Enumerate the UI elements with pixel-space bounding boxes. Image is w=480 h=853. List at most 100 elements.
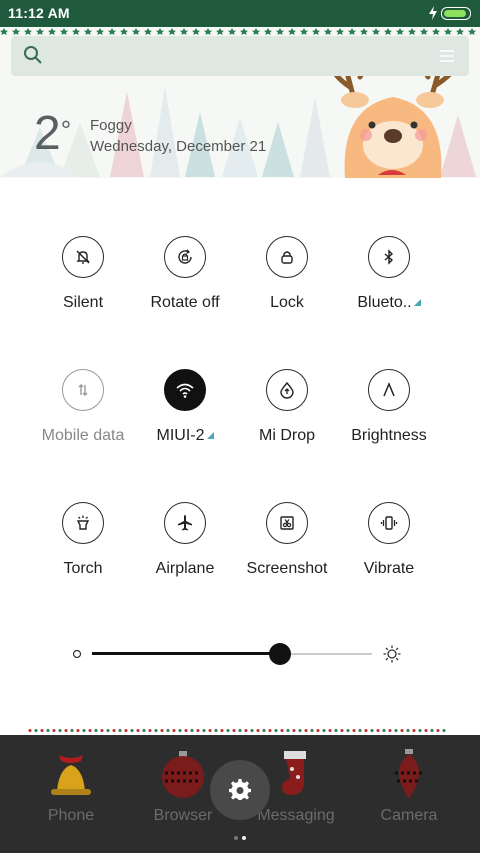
garland-star <box>72 28 80 35</box>
tile-screenshot[interactable]: Screenshot <box>237 502 337 578</box>
tile-label: Rotate off <box>150 294 220 311</box>
tile-airplane[interactable]: Airplane <box>135 502 235 578</box>
festive-dot <box>376 729 380 732</box>
tile-silent[interactable]: Silent <box>33 236 133 312</box>
quick-settings-panel: Silent Rotate off Lock Blueto.. Mobile d… <box>0 178 480 735</box>
festive-dot <box>202 729 206 732</box>
airplane-button[interactable] <box>164 502 206 544</box>
tile-lock[interactable]: Lock <box>237 236 337 312</box>
festive-dot <box>370 729 374 732</box>
dock-app-phone[interactable]: Phone <box>21 747 121 825</box>
silent-button[interactable] <box>62 236 104 278</box>
brightness-button[interactable] <box>368 369 410 411</box>
slider-fill <box>92 652 280 655</box>
status-bar: 11:12 AM <box>0 0 480 27</box>
festive-dot <box>430 729 434 732</box>
tile-brightness[interactable]: Brightness <box>339 369 439 445</box>
festive-dot <box>148 729 152 732</box>
festive-dot <box>112 729 116 732</box>
festive-dot <box>256 729 260 732</box>
garland-star <box>360 28 368 35</box>
expand-triangle-icon <box>206 432 214 439</box>
slider-thumb[interactable] <box>268 643 291 665</box>
tile-label: Lock <box>270 294 304 311</box>
garland-star <box>372 28 380 35</box>
garland-star <box>240 28 248 35</box>
festive-dot <box>166 729 170 732</box>
tile-torch[interactable]: Torch <box>33 502 133 578</box>
festive-dot <box>412 729 416 732</box>
brightness-auto-icon <box>383 382 395 397</box>
garland-star <box>204 28 212 35</box>
rotate-button[interactable] <box>164 236 206 278</box>
garland-star <box>252 28 260 35</box>
tile-label: Silent <box>62 294 104 311</box>
mobile-data-icon <box>78 384 88 396</box>
weather-condition: Foggy <box>90 117 132 134</box>
tile-vibrate[interactable]: Vibrate <box>339 502 439 578</box>
festive-dot <box>382 729 386 732</box>
search-icon <box>24 46 42 64</box>
festive-dot <box>352 729 356 732</box>
bell-off-icon <box>76 250 90 264</box>
garland-star <box>324 28 332 35</box>
wifi-button[interactable] <box>164 369 206 411</box>
garland-star <box>36 28 44 35</box>
festive-dot <box>154 729 158 732</box>
mobile-data-button[interactable] <box>62 369 104 411</box>
vibrate-button[interactable] <box>368 502 410 544</box>
screenshot-button[interactable] <box>266 502 308 544</box>
festive-dot <box>322 729 326 732</box>
lock-button[interactable] <box>266 236 308 278</box>
garland-star <box>276 28 284 35</box>
mi-drop-icon <box>280 381 294 399</box>
festive-dot <box>70 729 74 732</box>
garland-star <box>264 28 272 35</box>
bluetooth-icon <box>384 249 394 265</box>
festive-dot <box>400 729 404 732</box>
tile-rotate[interactable]: Rotate off <box>135 236 235 312</box>
festive-dot <box>346 729 350 732</box>
festive-dot <box>310 729 314 732</box>
tile-wifi[interactable]: MIUI-2 <box>135 369 235 445</box>
search-bar[interactable] <box>11 36 469 76</box>
dock-app-camera[interactable]: Camera <box>359 747 459 825</box>
tile-bluetooth[interactable]: Blueto.. <box>339 236 439 312</box>
settings-button[interactable] <box>210 760 270 820</box>
festive-dot <box>334 729 338 732</box>
tile-mi-drop[interactable]: Mi Drop <box>237 369 337 445</box>
bluetooth-button[interactable] <box>368 236 410 278</box>
menu-icon[interactable] <box>439 48 455 64</box>
garland-star <box>96 28 104 35</box>
gear-icon <box>229 779 251 800</box>
battery-icon <box>441 7 471 20</box>
festive-dot <box>28 729 32 732</box>
degree-symbol: ° <box>60 115 72 145</box>
festive-dot <box>94 729 98 732</box>
mi-drop-button[interactable] <box>266 369 308 411</box>
garland-star <box>288 28 296 35</box>
festive-dot <box>178 729 182 732</box>
garland-star <box>336 28 344 35</box>
festive-dot <box>190 729 194 732</box>
festive-dot <box>388 729 392 732</box>
festive-dot <box>82 729 86 732</box>
rotate-lock-icon <box>178 249 192 264</box>
brightness-high-icon <box>383 645 401 663</box>
torch-button[interactable] <box>62 502 104 544</box>
tile-mobile-data[interactable]: Mobile data <box>33 369 133 445</box>
festive-dot <box>358 729 362 732</box>
festive-dot <box>250 729 254 732</box>
festive-dot <box>406 729 410 732</box>
festive-dot <box>292 729 296 732</box>
garland-star <box>84 28 92 35</box>
temperature: 2° <box>34 109 71 159</box>
festive-dot <box>232 729 236 732</box>
festive-dot <box>118 729 122 732</box>
festive-dot <box>100 729 104 732</box>
festive-dot <box>142 729 146 732</box>
festive-dot <box>40 729 44 732</box>
brightness-slider[interactable] <box>70 642 410 666</box>
garland-star <box>60 28 68 35</box>
garland-star <box>228 28 236 35</box>
